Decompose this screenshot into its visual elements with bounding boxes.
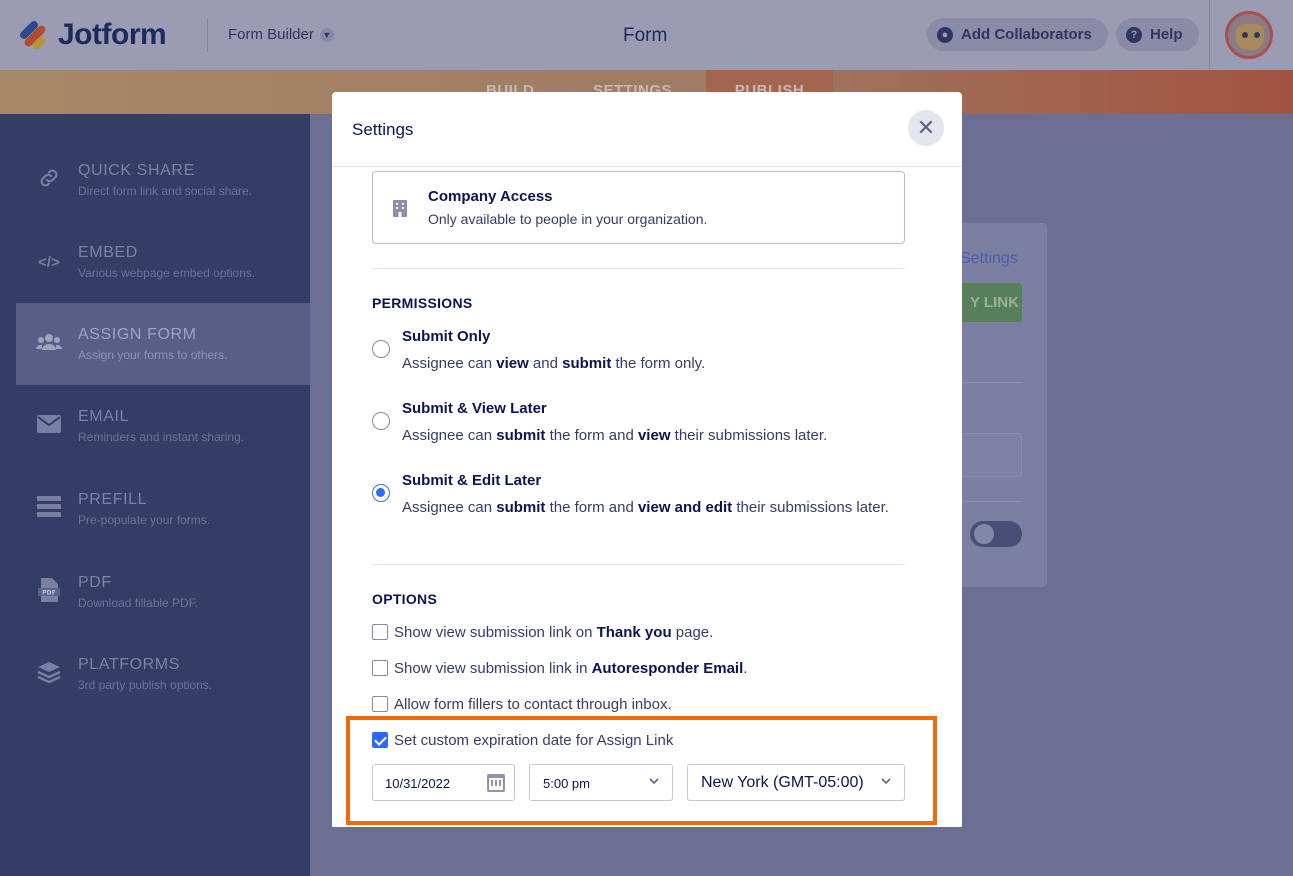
permission-title: Submit & View Later — [402, 400, 547, 417]
option-label: Show view submission link on Thank you p… — [394, 623, 714, 641]
sidebar-item-title: EMBED — [78, 244, 138, 261]
form-title[interactable]: Form — [623, 25, 667, 47]
svg-text:PDF: PDF — [42, 589, 55, 596]
access-desc: Only available to people in your organiz… — [428, 211, 708, 227]
access-title: Company Access — [428, 188, 553, 205]
help-button[interactable]: ? Help — [1116, 18, 1199, 51]
sidebar-item-platforms[interactable]: PLATFORMS 3rd party publish options. — [16, 633, 310, 715]
help-label: Help — [1150, 26, 1183, 43]
layers-icon — [34, 660, 64, 689]
chevron-down-icon: ▼ — [319, 27, 334, 42]
header-separator — [1209, 0, 1210, 70]
sidebar-item-assign-form[interactable]: ASSIGN FORM Assign your forms to others. — [16, 303, 310, 385]
envelope-icon — [34, 414, 64, 438]
link-icon — [34, 166, 64, 195]
sidebar-item-title: PREFILL — [78, 491, 148, 508]
pdf-icon: PDF — [34, 577, 64, 607]
radio-submit-view-later[interactable] — [372, 412, 390, 430]
logo-text: Jotform — [58, 18, 167, 51]
checkbox[interactable] — [372, 696, 388, 712]
sidebar-item-title: QUICK SHARE — [78, 162, 195, 179]
sidebar-item-embed[interactable]: </> EMBED Various webpage embed options. — [16, 221, 310, 303]
sidebar-item-pdf[interactable]: PDF PDF Download fillable PDF. — [16, 551, 310, 633]
sidebar-item-desc: Pre-populate your forms. — [78, 513, 211, 527]
radio-submit-only[interactable] — [372, 340, 390, 358]
permission-desc: Assignee can view and submit the form on… — [402, 355, 706, 372]
permission-title: Submit Only — [402, 328, 491, 345]
sidebar-item-desc: Various webpage embed options. — [78, 266, 256, 280]
permission-title: Submit & Edit Later — [402, 472, 542, 489]
checkbox[interactable] — [372, 624, 388, 640]
modal-header: Settings ✕ — [332, 92, 962, 167]
help-icon: ? — [1126, 26, 1142, 43]
building-icon — [393, 200, 407, 217]
option-label: Allow form fillers to contact through in… — [394, 695, 672, 713]
modal-title: Settings — [352, 120, 414, 139]
sidebar-item-title: EMAIL — [78, 408, 130, 425]
option-contact-inbox[interactable]: Allow form fillers to contact through in… — [372, 693, 672, 715]
avatar-eye — [1242, 32, 1248, 38]
users-icon — [34, 332, 64, 357]
divider — [372, 564, 905, 565]
option-label: Show view submission link in Autorespond… — [394, 659, 748, 677]
header-divider — [207, 18, 208, 52]
add-collaborators-button[interactable]: ● Add Collaborators — [927, 18, 1108, 51]
toggle-switch[interactable] — [970, 521, 1022, 547]
sidebar-item-prefill[interactable]: PREFILL Pre-populate your forms. — [16, 468, 310, 550]
sidebar-item-desc: Download fillable PDF. — [78, 596, 199, 610]
sidebar-item-desc: Direct form link and social share. — [78, 184, 253, 198]
sidebar-item-title: PLATFORMS — [78, 656, 181, 673]
logo-mark-icon — [18, 19, 48, 51]
sidebar-item-email[interactable]: EMAIL Reminders and instant sharing. — [16, 385, 310, 467]
add-collaborators-label: Add Collaborators — [961, 26, 1092, 43]
form-builder-label: Form Builder — [228, 26, 314, 43]
option-thank-you-link[interactable]: Show view submission link on Thank you p… — [372, 621, 713, 643]
option-autoresponder-link[interactable]: Show view submission link in Autorespond… — [372, 657, 747, 679]
top-bar: Jotform Form Builder ▼ Form ● Add Collab… — [0, 0, 1293, 70]
permission-desc: Assignee can submit the form and view an… — [402, 499, 889, 516]
options-label: OPTIONS — [372, 591, 438, 607]
sidebar-item-quick-share[interactable]: QUICK SHARE Direct form link and social … — [16, 139, 310, 221]
highlight-box — [346, 716, 937, 825]
code-icon: </> — [38, 253, 60, 271]
radio-submit-edit-later[interactable] — [372, 484, 390, 502]
checkbox[interactable] — [372, 660, 388, 676]
avatar-eye — [1254, 32, 1260, 38]
divider — [372, 268, 905, 269]
sidebar-item-desc: Assign your forms to others. — [78, 348, 228, 362]
user-icon: ● — [937, 26, 953, 43]
sidebar-item-title: PDF — [78, 574, 112, 591]
publish-sidebar: QUICK SHARE Direct form link and social … — [0, 114, 310, 876]
close-button[interactable]: ✕ — [908, 110, 944, 146]
jotform-logo[interactable]: Jotform — [18, 18, 167, 52]
form-builder-dropdown[interactable]: Form Builder ▼ — [228, 26, 334, 43]
sidebar-item-desc: Reminders and instant sharing. — [78, 430, 245, 444]
close-icon: ✕ — [916, 115, 936, 140]
company-access-option[interactable]: Company Access Only available to people … — [372, 171, 905, 244]
sidebar-item-title: ASSIGN FORM — [78, 326, 197, 343]
prefill-icon — [34, 495, 64, 523]
settings-link[interactable]: Settings — [960, 250, 1018, 268]
permissions-label: PERMISSIONS — [372, 295, 473, 311]
avatar-face — [1236, 24, 1264, 50]
sidebar-item-desc: 3rd party publish options. — [78, 678, 213, 692]
avatar[interactable] — [1225, 11, 1273, 59]
permission-desc: Assignee can submit the form and view th… — [402, 427, 828, 444]
